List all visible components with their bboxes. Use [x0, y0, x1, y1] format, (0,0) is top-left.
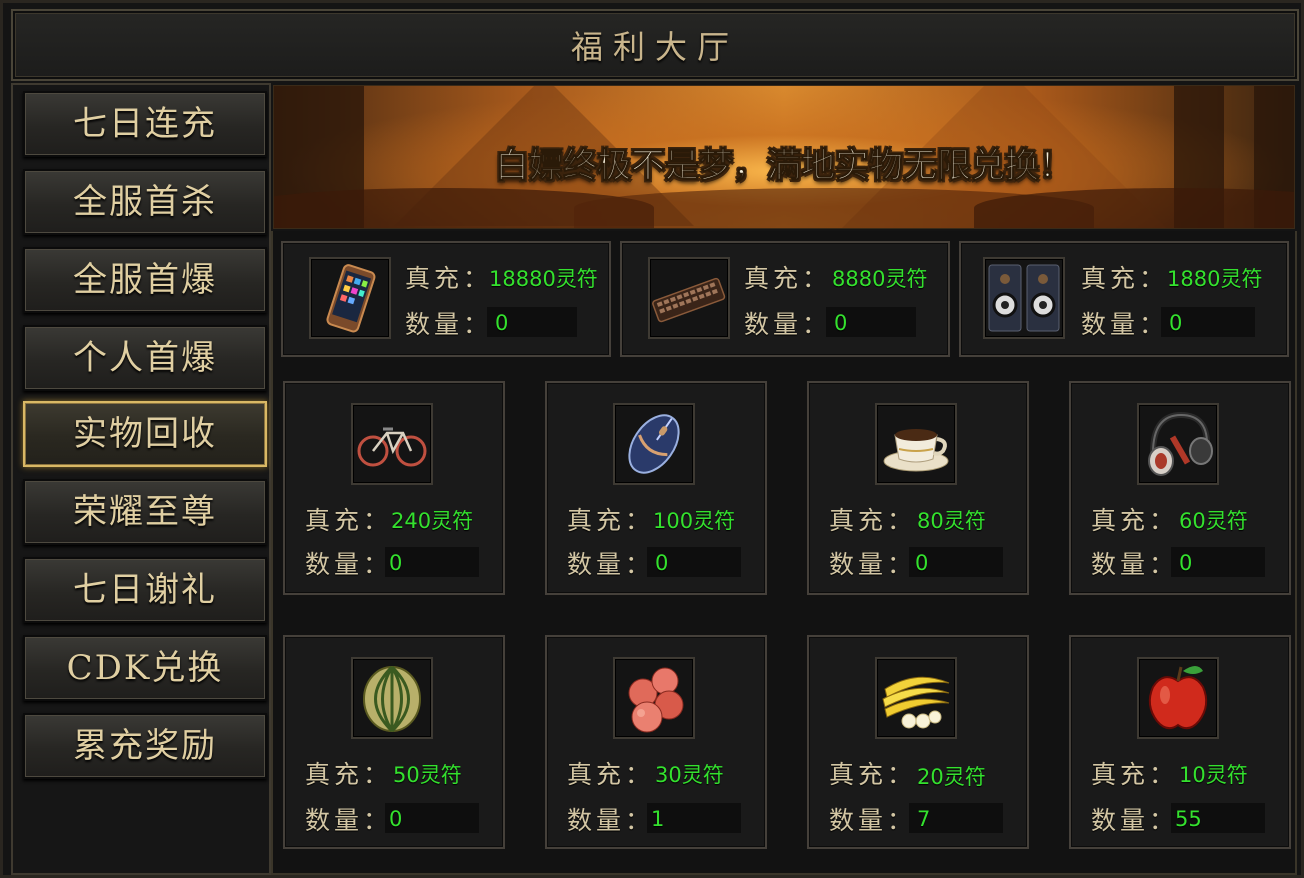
- reward-card-phone[interactable]: 真充： 18880灵符 数量： 0: [281, 241, 611, 357]
- reward-card-bicycle[interactable]: 真充： 240灵符 数量： 0: [283, 381, 505, 595]
- quantity-label: 数量：: [1081, 310, 1169, 339]
- price-value: 18880灵符: [489, 267, 598, 291]
- sidebar-item-personal-first-drop[interactable]: 个人首爆: [23, 325, 267, 391]
- reward-card-banana[interactable]: 真充： 20灵符 数量： 7: [807, 635, 1029, 849]
- bicycle-icon: [351, 403, 433, 485]
- price-value: 30灵符: [655, 763, 724, 787]
- reward-card-peaches[interactable]: 真充： 30灵符 数量： 1: [545, 635, 767, 849]
- reward-card-melon[interactable]: 真充： 50灵符 数量： 0: [283, 635, 505, 849]
- price-value: 80灵符: [917, 509, 986, 533]
- price-value: 1880灵符: [1167, 267, 1263, 291]
- recharge-label: 真充：: [829, 760, 917, 789]
- recharge-label: 真充：: [405, 264, 493, 293]
- quantity-value: 0: [915, 551, 929, 575]
- price-value: 10灵符: [1179, 763, 1248, 787]
- quantity-value: 0: [389, 551, 403, 575]
- recharge-label: 真充：: [1081, 264, 1169, 293]
- sidebar: 七日连充 全服首杀 全服首爆 个人首爆 实物回收 荣耀至尊 七日谢礼 CDK兑换…: [11, 83, 271, 875]
- sidebar-item-server-first-kill[interactable]: 全服首杀: [23, 169, 267, 235]
- recharge-label: 真充：: [1091, 506, 1179, 535]
- reward-card-apple[interactable]: 真充： 10灵符 数量： 55: [1069, 635, 1291, 849]
- sidebar-item-item-recycle[interactable]: 实物回收: [23, 401, 267, 467]
- quantity-value: 55: [1175, 807, 1202, 831]
- reward-card-speakers[interactable]: 真充： 1880灵符 数量： 0: [959, 241, 1289, 357]
- sidebar-item-cdk-exchange[interactable]: CDK兑换: [23, 635, 267, 701]
- sidebar-item-server-first-drop[interactable]: 全服首爆: [23, 247, 267, 313]
- recharge-label: 真充：: [567, 506, 655, 535]
- quantity-label: 数量：: [1091, 806, 1179, 835]
- quantity-label: 数量：: [829, 806, 917, 835]
- quantity-value: 1: [651, 807, 665, 831]
- price-value: 240灵符: [391, 509, 474, 533]
- reward-card-headphones[interactable]: 真充： 60灵符 数量： 0: [1069, 381, 1291, 595]
- price-value: 60灵符: [1179, 509, 1248, 533]
- recharge-label: 真充：: [305, 760, 393, 789]
- price-value: 20灵符: [917, 765, 986, 789]
- title-bar: 福利大厅: [11, 9, 1299, 81]
- reward-card-mouse[interactable]: 真充： 100灵符 数量： 0: [545, 381, 767, 595]
- banner-slogan: 白嫖终极不是梦，满地实物无限兑换！: [495, 146, 1074, 187]
- quantity-value: 0: [1169, 311, 1183, 335]
- quantity-label: 数量：: [305, 550, 393, 579]
- promo-banner: 白嫖终极不是梦，满地实物无限兑换！: [273, 85, 1295, 229]
- quantity-label: 数量：: [405, 310, 493, 339]
- quantity-label: 数量：: [1091, 550, 1179, 579]
- quantity-value: 0: [655, 551, 669, 575]
- quantity-label: 数量：: [744, 310, 832, 339]
- headphones-icon: [1137, 403, 1219, 485]
- coffee-cup-icon: [875, 403, 957, 485]
- banana-icon: [875, 657, 957, 739]
- window-title: 福利大厅: [570, 28, 739, 66]
- quantity-value: 0: [389, 807, 403, 831]
- sidebar-item-seven-day-gift[interactable]: 七日谢礼: [23, 557, 267, 623]
- quantity-label: 数量：: [567, 806, 655, 835]
- price-value: 8880灵符: [832, 267, 928, 291]
- recharge-label: 真充：: [829, 506, 917, 535]
- quantity-label: 数量：: [829, 550, 917, 579]
- recharge-label: 真充：: [305, 506, 393, 535]
- apple-icon: [1137, 657, 1219, 739]
- recharge-label: 真充：: [567, 760, 655, 789]
- welfare-hall-window: 福利大厅 七日连充 全服首杀 全服首爆 个人首爆 实物回收 荣耀至尊 七日谢礼 …: [0, 0, 1304, 878]
- quantity-value: 0: [1179, 551, 1193, 575]
- reward-grid: 真充： 18880灵符 数量： 0 真充： 8880灵符 数量： 0 真充： 1…: [271, 231, 1297, 875]
- sidebar-item-seven-day-recharge[interactable]: 七日连充: [23, 91, 267, 157]
- quantity-label: 数量：: [305, 806, 393, 835]
- sidebar-item-honor-supreme[interactable]: 荣耀至尊: [23, 479, 267, 545]
- price-value: 50灵符: [393, 763, 462, 787]
- phone-icon: [309, 257, 391, 339]
- mouse-icon: [613, 403, 695, 485]
- speaker-icon: [983, 257, 1065, 339]
- quantity-value: 0: [834, 311, 848, 335]
- sidebar-item-cumulative-recharge[interactable]: 累充奖励: [23, 713, 267, 779]
- price-value: 100灵符: [653, 509, 736, 533]
- quantity-label: 数量：: [567, 550, 655, 579]
- keyboard-icon: [648, 257, 730, 339]
- quantity-value: 7: [917, 807, 931, 831]
- recharge-label: 真充：: [1091, 760, 1179, 789]
- peaches-icon: [613, 657, 695, 739]
- reward-card-keyboard[interactable]: 真充： 8880灵符 数量： 0: [620, 241, 950, 357]
- reward-card-coffee[interactable]: 真充： 80灵符 数量： 0: [807, 381, 1029, 595]
- quantity-value: 0: [495, 311, 509, 335]
- recharge-label: 真充：: [744, 264, 832, 293]
- melon-icon: [351, 657, 433, 739]
